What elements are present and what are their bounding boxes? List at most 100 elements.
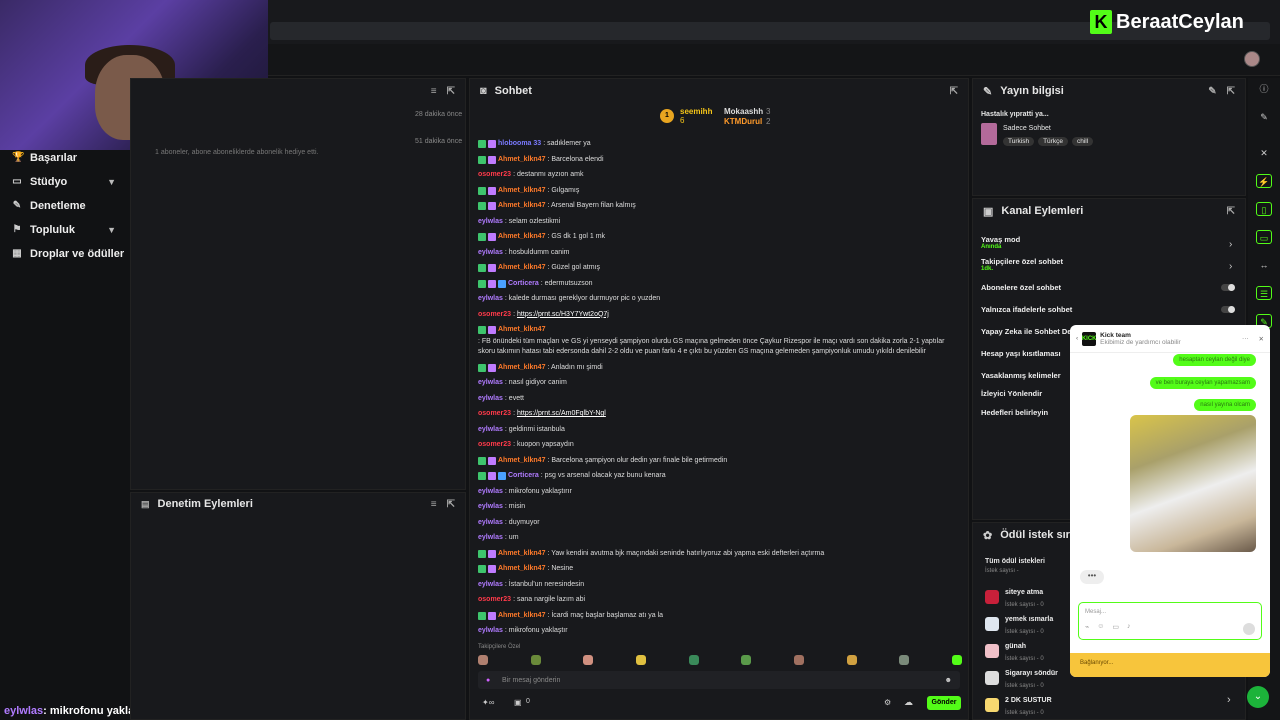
reward-item[interactable]: siteye atma İstek sayısı - 0 [985,585,1044,609]
chat-message-list[interactable]: hlobooma 33: sadıklemer ya Ahmet_klkn47: … [478,139,962,709]
microphone-icon[interactable]: ♪ [1127,623,1131,631]
chat-username[interactable]: Ahmet_klkn47 [498,363,545,373]
reward-item[interactable]: 2 DK SUSTUR İstek sayısı - 0 [985,693,1052,717]
sidebar-item-moderation[interactable]: ✎ Denetleme [0,194,128,218]
tag[interactable]: chill [1071,137,1094,146]
banned-words-setting[interactable]: Yasaklanmış kelimeler [981,371,1061,380]
chat-username[interactable]: eylwlas [478,294,503,304]
reward-item[interactable]: günah İstek sayısı - 0 [985,639,1044,663]
more-icon[interactable]: ··· [1242,335,1249,342]
chat-username[interactable]: eylwlas [478,378,503,388]
chevron-right-icon[interactable]: › [1227,694,1231,706]
reward-item[interactable]: Sigarayı söndür İstek sayısı - 0 [985,666,1058,690]
emote-icon[interactable] [899,655,910,665]
chat-username[interactable]: eylwlas [478,626,503,636]
chat-username[interactable]: eylwlas [478,580,503,590]
chat-username[interactable]: hlobooma 33 [498,139,541,149]
viewer-redirect-setting[interactable]: İzleyici Yönlendir [981,389,1042,398]
back-icon[interactable]: ‹ [1076,335,1078,342]
slow-mode-setting[interactable]: Yavaş mod Anında [981,235,1020,250]
chat-username[interactable]: Ahmet_klkn47 [498,456,545,466]
gif-icon[interactable]: ▭ [1112,623,1119,631]
emote-icon[interactable] [846,655,857,665]
chat-bubble-icon[interactable]: ▭ [1256,230,1272,244]
chat-username[interactable]: Corticera [508,471,539,481]
chat-username[interactable]: eylwlas [478,394,503,404]
close-icon[interactable]: ✕ [1259,335,1264,343]
reward-item[interactable]: yemek ısmarla İstek sayısı - 0 [985,612,1053,636]
tag[interactable]: Turkish [1003,137,1035,146]
chat-username[interactable]: Ahmet_klkn47 [498,325,545,335]
filter-icon[interactable]: ≡ [431,499,437,510]
chat-username[interactable]: eylwlas [478,487,503,497]
send-button[interactable]: Gönder [927,696,961,710]
chat-username[interactable]: eylwlas [478,533,503,543]
emoji-icon[interactable]: ☻ [945,677,952,684]
send-icon[interactable] [1243,623,1255,635]
settings-icon[interactable]: ⚙ [884,698,891,707]
chat-username[interactable]: osomer23 [478,440,511,450]
link-icon[interactable]: ↔ [1256,258,1272,272]
account-age-setting[interactable]: Hesap yaşı kısıtlaması [981,349,1061,358]
chat-username[interactable]: eylwlas [478,248,503,258]
attach-icon[interactable]: ⌁ [1085,623,1089,631]
avatar[interactable] [1244,51,1260,67]
chat-username[interactable]: Ahmet_klkn47 [498,564,545,574]
sidebar-item-achievements[interactable]: 🏆 Başarılar [0,146,128,170]
info-icon[interactable]: ⓘ [1256,82,1272,96]
followers-only-setting[interactable]: Takipçilere özel sohbet 1dk. [981,257,1063,272]
chat-link[interactable]: https://prnt.sc/H3Y7Ywt2oQ7j [517,310,609,320]
popout-icon[interactable]: ⇱ [950,86,958,97]
chat-message-input[interactable]: ● Bir mesaj gönderin ☻ [478,671,960,689]
chat-username[interactable]: eylwlas [478,502,503,512]
chat-username[interactable]: Ahmet_klkn47 [498,186,545,196]
chat-username[interactable]: Ahmet_klkn47 [498,232,545,242]
popout-icon[interactable]: ⇱ [1227,86,1235,97]
message-image[interactable] [1130,415,1256,552]
sidebar-item-community[interactable]: ⚑ Topluluk ▼ [0,218,128,242]
tag[interactable]: Türkçe [1038,137,1068,146]
chat-username[interactable]: Ahmet_klkn47 [498,549,545,559]
crosshair-icon[interactable]: ✕ [1256,146,1272,160]
chat-username[interactable]: osomer23 [478,170,511,180]
microphone-icon[interactable]: ● [486,677,490,684]
list-icon[interactable]: ☰ [1256,286,1272,300]
chat-link[interactable]: https://prnt.sc/Am0FqlbY-Ngl [517,409,606,419]
ai-chat-setting[interactable]: Yapay Zeka ile Sohbet Dene [981,327,1080,336]
chat-user-icon[interactable]: ☁ [904,697,913,708]
emote-icon[interactable] [741,655,752,665]
filter-icon[interactable]: ≡ [431,86,437,97]
chat-username[interactable]: osomer23 [478,310,511,320]
emote-icon[interactable] [951,655,962,665]
sidebar-item-drops[interactable]: ▦ Droplar ve ödüller [0,242,128,266]
chat-username[interactable]: osomer23 [478,409,511,419]
chat-username[interactable]: osomer23 [478,595,511,605]
emoji-icon[interactable]: ☺ [1097,623,1104,631]
chat-username[interactable]: eylwlas [478,217,503,227]
edit-icon[interactable]: ✎ [1256,110,1272,124]
all-rewards-label[interactable]: Tüm ödül istekleri [985,558,1045,565]
chat-username[interactable]: eylwlas [478,518,503,528]
chat-tools-icon[interactable]: ✦∞ [482,698,494,707]
popout-icon[interactable]: ⇱ [1227,206,1235,217]
chevron-right-icon[interactable]: › [1229,261,1232,272]
support-message-input[interactable]: Mesaj... ⌁ ☺ ▭ ♪ [1078,602,1262,640]
chevron-down-icon[interactable]: ⌄ [1247,686,1269,708]
subscribers-only-toggle[interactable] [1221,284,1235,291]
emote-icon[interactable] [583,655,594,665]
chat-username[interactable]: Ahmet_klkn47 [498,155,545,165]
emote-icon[interactable] [478,655,488,665]
emote-icon[interactable] [688,655,699,665]
goals-setting[interactable]: Hedefleri belirleyin [981,408,1048,417]
emotes-only-toggle[interactable] [1221,306,1235,313]
emote-icon[interactable] [635,655,646,665]
chat-username[interactable]: eylwlas [478,425,503,435]
document-icon[interactable]: ▯ [1256,202,1272,216]
popout-icon[interactable]: ⇱ [447,86,455,97]
chat-username[interactable]: Ahmet_klkn47 [498,611,545,621]
emote-icon[interactable] [530,655,541,665]
trash-icon[interactable]: ▣ [514,698,522,707]
chevron-right-icon[interactable]: › [1229,239,1232,250]
lightning-icon[interactable]: ⚡ [1256,174,1272,188]
chat-username[interactable]: Ahmet_klkn47 [498,263,545,273]
